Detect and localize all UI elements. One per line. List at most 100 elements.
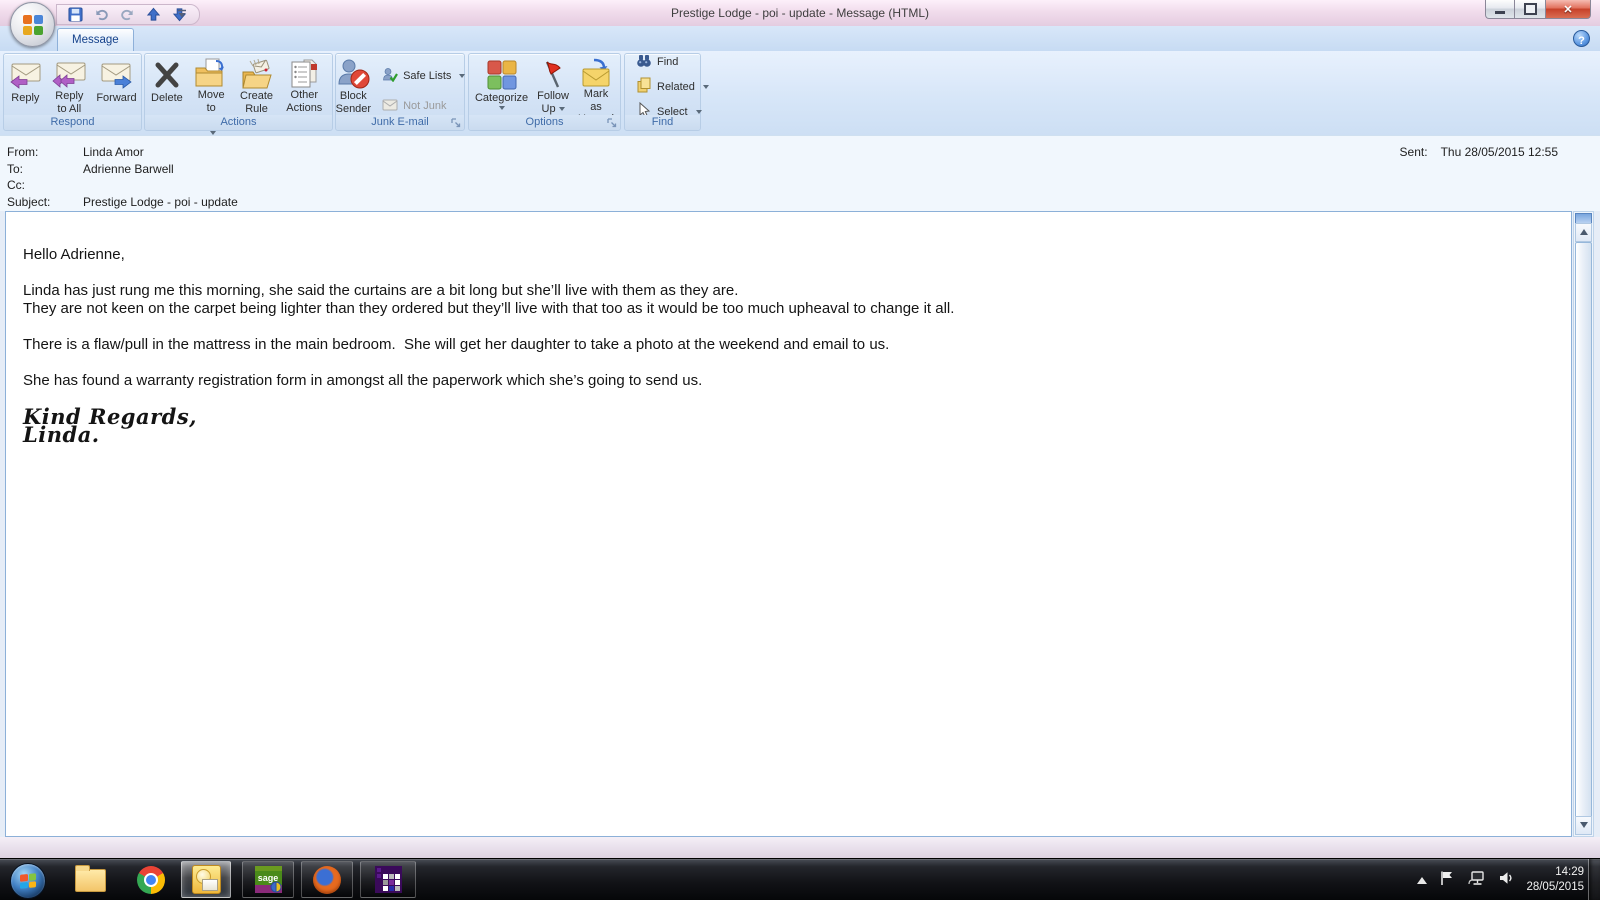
to-label: To: — [7, 162, 24, 176]
reply-to-all-icon — [51, 58, 87, 90]
restore-icon — [1523, 3, 1537, 15]
titlebar: Prestige Lodge - poi - update - Message … — [0, 0, 1600, 26]
minimize-icon — [1495, 10, 1505, 14]
body-greeting: Hello Adrienne, — [23, 246, 125, 263]
reply-to-all-button[interactable]: Reply to All — [47, 56, 91, 115]
cc-label: Cc: — [7, 178, 25, 192]
customize-qat-icon[interactable] — [176, 7, 188, 19]
down-arrow-icon — [1579, 822, 1588, 832]
dropdown-arrow-icon — [459, 74, 466, 78]
related-icon — [636, 77, 652, 96]
taskbar-item-outlook[interactable] — [181, 861, 231, 898]
show-desktop-button[interactable] — [1588, 859, 1600, 900]
ribbon-group-junk: Block Sender Safe Lists Not Junk Junk E-… — [332, 53, 468, 131]
network-icon[interactable] — [1467, 870, 1486, 891]
taskbar-item-explorer[interactable] — [72, 864, 108, 895]
from-label: From: — [7, 145, 39, 159]
subject-value: Prestige Lodge - poi - update — [83, 195, 238, 209]
restore-button[interactable] — [1515, 0, 1545, 19]
outlook-message-window: Prestige Lodge - poi - update - Message … — [0, 0, 1600, 858]
find-button[interactable]: Find — [633, 51, 681, 73]
follow-up-button[interactable]: Follow Up — [533, 56, 573, 115]
taskbar-item-app[interactable] — [360, 861, 416, 898]
scroll-down-button[interactable] — [1575, 816, 1592, 835]
save-icon[interactable] — [67, 7, 83, 23]
office-button[interactable] — [10, 2, 55, 47]
screen: Prestige Lodge - poi - update - Message … — [0, 0, 1600, 900]
close-button[interactable] — [1545, 0, 1591, 19]
sage-icon: sage — [254, 866, 282, 893]
scroll-up-button[interactable] — [1575, 223, 1592, 242]
body-paragraph-3: She has found a warranty registration fo… — [23, 372, 703, 389]
block-sender-button[interactable]: Block Sender — [332, 56, 375, 115]
forward-button[interactable]: Forward — [92, 56, 140, 115]
scrollbar-thumb[interactable] — [1575, 242, 1592, 822]
categorize-icon — [487, 58, 517, 92]
show-hidden-icons-button[interactable] — [1417, 872, 1428, 884]
ribbon-tab-row: Message — [0, 26, 1600, 51]
not-junk-icon — [382, 98, 398, 114]
outlook-icon — [191, 865, 221, 894]
previous-item-icon[interactable] — [145, 7, 161, 23]
related-button[interactable]: Related — [633, 75, 712, 98]
help-icon[interactable] — [1573, 30, 1590, 47]
up-arrow-icon — [1579, 225, 1588, 235]
block-sender-icon — [337, 58, 370, 90]
taskbar-item-firefox[interactable] — [301, 861, 353, 898]
redo-icon[interactable] — [119, 7, 135, 23]
volume-icon[interactable] — [1498, 870, 1514, 891]
chrome-icon — [137, 866, 165, 894]
reply-button[interactable]: Reply — [4, 56, 46, 115]
group-label-actions: Actions — [145, 115, 332, 130]
dropdown-arrow-icon — [498, 105, 505, 110]
explorer-folder-icon — [74, 864, 106, 892]
start-button[interactable] — [10, 863, 46, 899]
ribbon: Reply Reply to All Forward Respond Delet… — [0, 51, 1600, 136]
mark-as-unread-icon — [579, 58, 613, 88]
move-to-folder-button[interactable]: Move to Folder — [188, 56, 235, 135]
options-dialog-launcher-icon[interactable] — [606, 116, 618, 128]
minimize-button[interactable] — [1485, 0, 1515, 19]
office-logo-icon — [22, 14, 43, 35]
categorize-button[interactable]: Categorize — [471, 56, 532, 115]
pixel-grid-app-icon — [374, 866, 402, 893]
sent-timestamp: Sent: Thu 28/05/2015 12:55 — [1400, 145, 1558, 159]
body-paragraph-2: There is a flaw/pull in the mattress in … — [23, 336, 890, 353]
reply-icon — [8, 58, 42, 92]
forward-icon — [100, 58, 134, 92]
firefox-icon — [313, 865, 341, 894]
dropdown-arrow-icon — [702, 84, 709, 89]
body-paragraph-1: Linda has just rung me this morning, she… — [23, 282, 955, 317]
undo-icon[interactable] — [93, 7, 109, 23]
group-label-junk: Junk E-mail — [336, 115, 464, 130]
ribbon-group-find: Find Related Select Find — [624, 51, 709, 131]
follow-up-icon — [538, 58, 568, 90]
group-label-options: Options — [469, 115, 620, 130]
window-controls — [1485, 0, 1591, 19]
svg-text:sage: sage — [257, 873, 278, 883]
taskbar-item-chrome[interactable] — [133, 865, 169, 895]
other-actions-icon — [289, 58, 319, 89]
message-body[interactable]: Hello Adrienne, Linda has just rung me t… — [5, 211, 1572, 837]
vertical-scrollbar[interactable] — [1573, 211, 1594, 837]
safe-lists-button[interactable]: Safe Lists — [379, 65, 468, 87]
other-actions-button[interactable]: Other Actions — [279, 56, 330, 122]
window-frame-bottom — [0, 837, 1600, 858]
taskbar-item-sage[interactable]: sage — [242, 861, 294, 898]
not-junk-button[interactable]: Not Junk — [379, 96, 468, 116]
message-header: From: Linda Amor To: Adrienne Barwell Cc… — [0, 135, 1600, 212]
signature-line-2: Linda. — [23, 422, 100, 447]
subject-label: Subject: — [7, 195, 51, 209]
create-rule-button[interactable]: Create Rule — [236, 56, 278, 115]
ribbon-group-actions: Delete Move to Folder Create — [144, 53, 333, 135]
delete-icon — [152, 58, 182, 92]
clock[interactable]: 14:29 28/05/2015 — [1526, 865, 1584, 895]
safe-lists-icon — [382, 67, 399, 85]
ribbon-group-options: Categorize Follow Up Mark as Options — [468, 53, 621, 131]
junk-dialog-launcher-icon[interactable] — [450, 116, 462, 128]
tab-message[interactable]: Message — [57, 28, 134, 51]
mark-as-unread-button[interactable]: Mark as Unread — [574, 56, 618, 125]
action-center-flag-icon[interactable] — [1439, 870, 1455, 891]
system-tray: 14:29 28/05/2015 — [1417, 859, 1584, 900]
delete-button[interactable]: Delete — [147, 56, 187, 115]
